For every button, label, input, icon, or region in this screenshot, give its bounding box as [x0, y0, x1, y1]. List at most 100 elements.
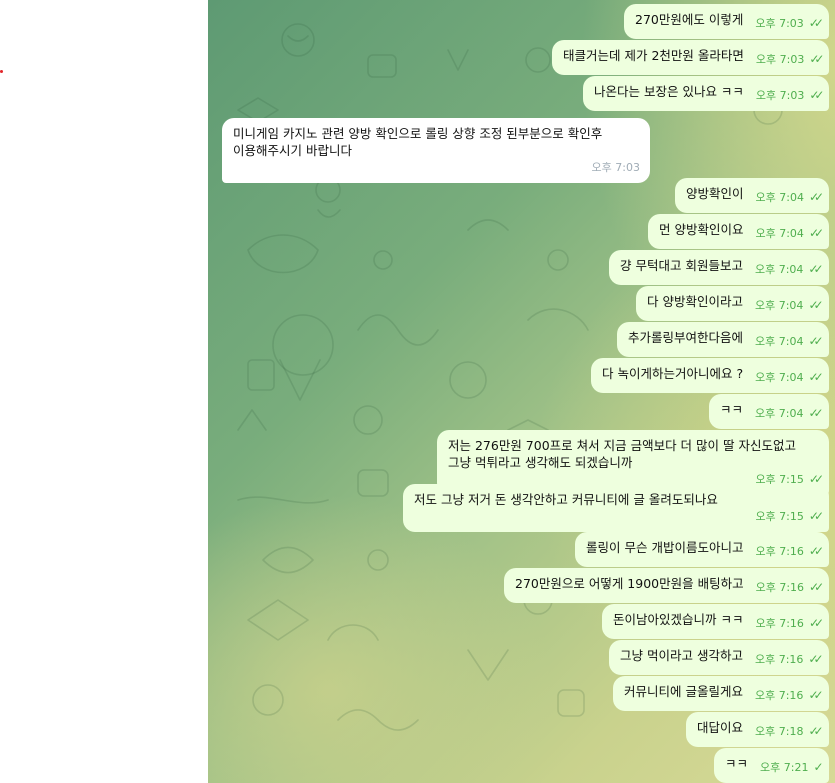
message-time: 오후 7:04 ✓✓: [755, 333, 824, 350]
message-text: 나온다는 보장은 있나요 ㅋㅋ: [594, 84, 744, 99]
read-check-icon: ✓✓: [808, 226, 824, 240]
message-text: 270만원으로 어떻게 1900만원을 배팅하고: [515, 576, 744, 591]
message-text: 추가롤링부여한다음에: [628, 330, 744, 345]
message-time: 오후 7:18 ✓✓: [755, 723, 824, 740]
time-label: 오후 7:03: [755, 89, 805, 102]
message-line: 이용해주시기 바랍니다: [233, 143, 352, 158]
time-label: 오후 7:04: [755, 335, 804, 348]
message-line: 저도 그냥 저거 돈 생각안하고 커뮤니티에 글 올려도되나요: [414, 492, 718, 507]
message-text: 걍 무턱대고 회원들보고: [620, 258, 743, 273]
read-check-icon: ✓: [813, 760, 823, 774]
outgoing-message[interactable]: ㅋㅋ 오후 7:04 ✓✓: [709, 394, 829, 429]
outgoing-message[interactable]: 태클거는데 제가 2천만원 올라타면 오후 7:03 ✓✓: [552, 40, 830, 75]
message-text: ㅋㅋ: [725, 756, 749, 771]
message-time: 오후 7:04 ✓✓: [755, 189, 825, 206]
message-time: 오후 7:04 ✓✓: [755, 369, 824, 386]
message-text: 저도 그냥 저거 돈 생각안하고 커뮤니티에 글 올려도되나요: [414, 491, 819, 508]
outgoing-message[interactable]: 커뮤니티에 글올릴게요 오후 7:16 ✓✓: [613, 676, 829, 711]
message-text: 미니게임 카지노 관련 양방 확인으로 롤링 상향 조정 된부분으로 확인후이용…: [233, 125, 640, 159]
message-text: 롤링이 무슨 개밥이름도아니고: [586, 540, 744, 555]
message-text: 그냥 먹이라고 생각하고: [620, 648, 743, 663]
outgoing-message[interactable]: 추가롤링부여한다음에 오후 7:04 ✓✓: [617, 322, 829, 357]
outgoing-message[interactable]: 롤링이 무슨 개밥이름도아니고 오후 7:16 ✓✓: [575, 532, 830, 567]
message-time: 오후 7:04 ✓✓: [755, 405, 824, 422]
read-check-icon: ✓✓: [808, 724, 823, 738]
time-label: 오후 7:04: [754, 263, 804, 276]
message-text: 저는 276만원 700프로 쳐서 지금 금액보다 더 많이 딸 자신도없고그냥…: [448, 437, 819, 471]
time-label: 오후 7:04: [755, 407, 804, 420]
message-time: 오후 7:03 ✓✓: [755, 51, 825, 68]
message-time: 오후 7:03: [233, 159, 640, 176]
incoming-message[interactable]: 미니게임 카지노 관련 양방 확인으로 롤링 상향 조정 된부분으로 확인후이용…: [222, 118, 650, 183]
time-label: 오후 7:16: [754, 689, 804, 702]
message-time: 오후 7:15 ✓✓: [414, 508, 824, 525]
message-time: 오후 7:16 ✓✓: [755, 615, 824, 632]
outgoing-message[interactable]: ㅋㅋ 오후 7:21 ✓: [714, 748, 829, 783]
message-time: 오후 7:03 ✓✓: [755, 15, 824, 32]
message-text: 태클거는데 제가 2천만원 올라타면: [563, 48, 744, 63]
message-time: 오후 7:16 ✓✓: [755, 579, 825, 596]
time-label: 오후 7:16: [754, 653, 804, 666]
message-line: 그냥 먹튀라고 생각해도 되겠습니까: [448, 455, 633, 470]
read-check-icon: ✓✓: [808, 334, 823, 348]
time-label: 오후 7:03: [755, 53, 805, 66]
message-text: 양방확인이: [686, 186, 744, 201]
outgoing-message[interactable]: 돈이남아있겠습니까 ㅋㅋ 오후 7:16 ✓✓: [602, 604, 830, 639]
message-time: 오후 7:04 ✓✓: [754, 297, 824, 314]
message-time: 오후 7:16 ✓✓: [755, 543, 824, 560]
read-check-icon: ✓✓: [808, 688, 823, 702]
outgoing-message[interactable]: 다 녹이게하는거아니에요 ? 오후 7:04 ✓✓: [591, 358, 829, 393]
message-text: 270만원에도 이렇게: [635, 12, 744, 27]
read-check-icon: ✓✓: [808, 406, 823, 420]
time-label: 오후 7:03: [591, 161, 640, 174]
time-label: 오후 7:15: [755, 510, 804, 523]
read-check-icon: ✓✓: [808, 652, 823, 666]
time-label: 오후 7:16: [755, 617, 804, 630]
time-label: 오후 7:04: [755, 191, 804, 204]
outgoing-message[interactable]: 걍 무턱대고 회원들보고 오후 7:04 ✓✓: [609, 250, 829, 285]
read-check-icon: ✓✓: [808, 190, 824, 204]
message-text: 다 녹이게하는거아니에요 ?: [602, 366, 744, 381]
read-check-icon: ✓✓: [808, 616, 824, 630]
outgoing-message[interactable]: 저도 그냥 저거 돈 생각안하고 커뮤니티에 글 올려도되나요오후 7:15 ✓✓: [403, 484, 829, 532]
time-label: 오후 7:03: [755, 17, 804, 30]
time-label: 오후 7:21: [760, 761, 809, 774]
time-label: 오후 7:04: [754, 299, 804, 312]
outgoing-message[interactable]: 대답이요 오후 7:18 ✓✓: [686, 712, 829, 747]
message-text: 커뮤니티에 글올릴게요: [624, 684, 743, 699]
read-check-icon: ✓✓: [809, 580, 824, 594]
time-label: 오후 7:16: [755, 581, 805, 594]
time-label: 오후 7:04: [755, 371, 804, 384]
message-time: 오후 7:03 ✓✓: [755, 87, 825, 104]
read-check-icon: ✓✓: [809, 52, 824, 66]
outgoing-message[interactable]: 양방확인이 오후 7:04 ✓✓: [675, 178, 830, 213]
message-text: 돈이남아있겠습니까 ㅋㅋ: [613, 612, 744, 627]
outgoing-message[interactable]: 270만원으로 어떻게 1900만원을 배팅하고 오후 7:16 ✓✓: [504, 568, 830, 603]
message-time: 오후 7:16 ✓✓: [754, 651, 824, 668]
message-line: 저는 276만원 700프로 쳐서 지금 금액보다 더 많이 딸 자신도없고: [448, 438, 796, 453]
message-text: 다 양방확인이라고: [647, 294, 743, 309]
message-time: 오후 7:04 ✓✓: [754, 261, 824, 278]
read-check-icon: ✓✓: [808, 298, 823, 312]
message-text: 먼 양방확인이요: [659, 222, 744, 237]
time-label: 오후 7:04: [755, 227, 804, 240]
message-time: 오후 7:21 ✓: [760, 759, 824, 776]
outgoing-message[interactable]: 먼 양방확인이요 오후 7:04 ✓✓: [648, 214, 830, 249]
read-check-icon: ✓✓: [808, 262, 823, 276]
read-check-icon: ✓✓: [808, 16, 824, 30]
read-check-icon: ✓✓: [809, 88, 824, 102]
outgoing-message[interactable]: 그냥 먹이라고 생각하고 오후 7:16 ✓✓: [609, 640, 829, 675]
read-check-icon: ✓✓: [808, 544, 824, 558]
message-text: ㅋㅋ: [720, 402, 744, 417]
time-label: 오후 7:16: [755, 545, 804, 558]
message-time: 오후 7:04 ✓✓: [755, 225, 824, 242]
read-check-icon: ✓✓: [808, 370, 824, 384]
time-label: 오후 7:18: [755, 725, 804, 738]
message-line: 미니게임 카지노 관련 양방 확인으로 롤링 상향 조정 된부분으로 확인후: [233, 126, 603, 141]
outgoing-message[interactable]: 270만원에도 이렇게 오후 7:03 ✓✓: [624, 4, 829, 39]
outgoing-message[interactable]: 다 양방확인이라고 오후 7:04 ✓✓: [636, 286, 829, 321]
read-check-icon: ✓✓: [808, 509, 824, 523]
outgoing-message[interactable]: 나온다는 보장은 있나요 ㅋㅋ 오후 7:03 ✓✓: [583, 76, 830, 111]
message-text: 대답이요: [697, 720, 744, 735]
red-dot-marker: [0, 70, 3, 73]
